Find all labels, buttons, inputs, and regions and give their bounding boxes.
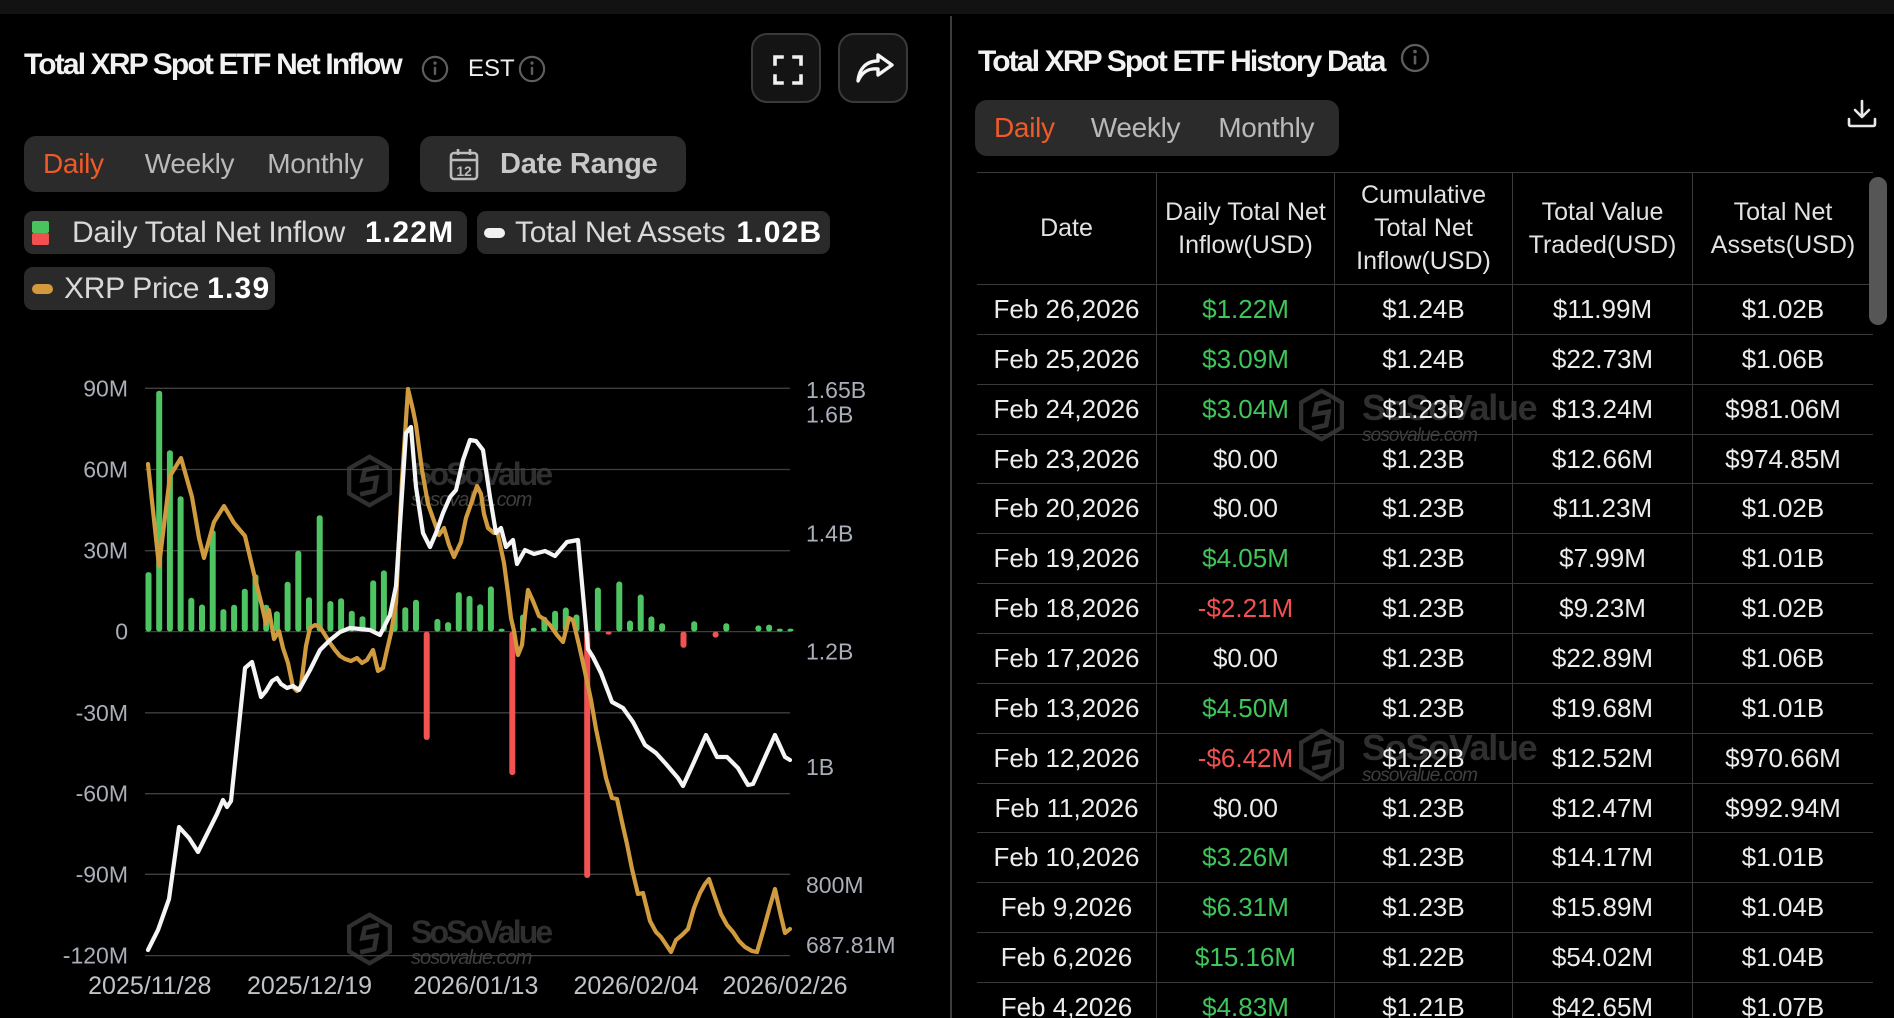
svg-text:-60M: -60M bbox=[76, 781, 128, 807]
svg-text:687.81M: 687.81M bbox=[806, 932, 896, 958]
svg-text:1B: 1B bbox=[806, 754, 834, 780]
svg-text:1.6B: 1.6B bbox=[806, 401, 853, 427]
svg-text:-30M: -30M bbox=[76, 700, 128, 726]
svg-text:1.4B: 1.4B bbox=[806, 521, 853, 547]
svg-text:90M: 90M bbox=[83, 375, 128, 401]
svg-text:0: 0 bbox=[115, 619, 128, 645]
svg-text:800M: 800M bbox=[806, 872, 864, 898]
svg-text:1.65B: 1.65B bbox=[806, 377, 866, 403]
svg-text:2025/11/28: 2025/11/28 bbox=[88, 972, 211, 1000]
svg-text:-90M: -90M bbox=[76, 861, 128, 887]
svg-text:2026/01/13: 2026/01/13 bbox=[413, 972, 538, 1000]
svg-text:2026/02/26: 2026/02/26 bbox=[722, 972, 847, 1000]
svg-text:60M: 60M bbox=[83, 457, 128, 483]
svg-text:2025/12/19: 2025/12/19 bbox=[247, 972, 372, 1000]
svg-text:12: 12 bbox=[456, 163, 472, 179]
svg-text:30M: 30M bbox=[83, 538, 128, 564]
svg-text:1.2B: 1.2B bbox=[806, 639, 853, 665]
svg-text:-120M: -120M bbox=[63, 943, 128, 969]
svg-text:2026/02/04: 2026/02/04 bbox=[573, 972, 698, 1000]
